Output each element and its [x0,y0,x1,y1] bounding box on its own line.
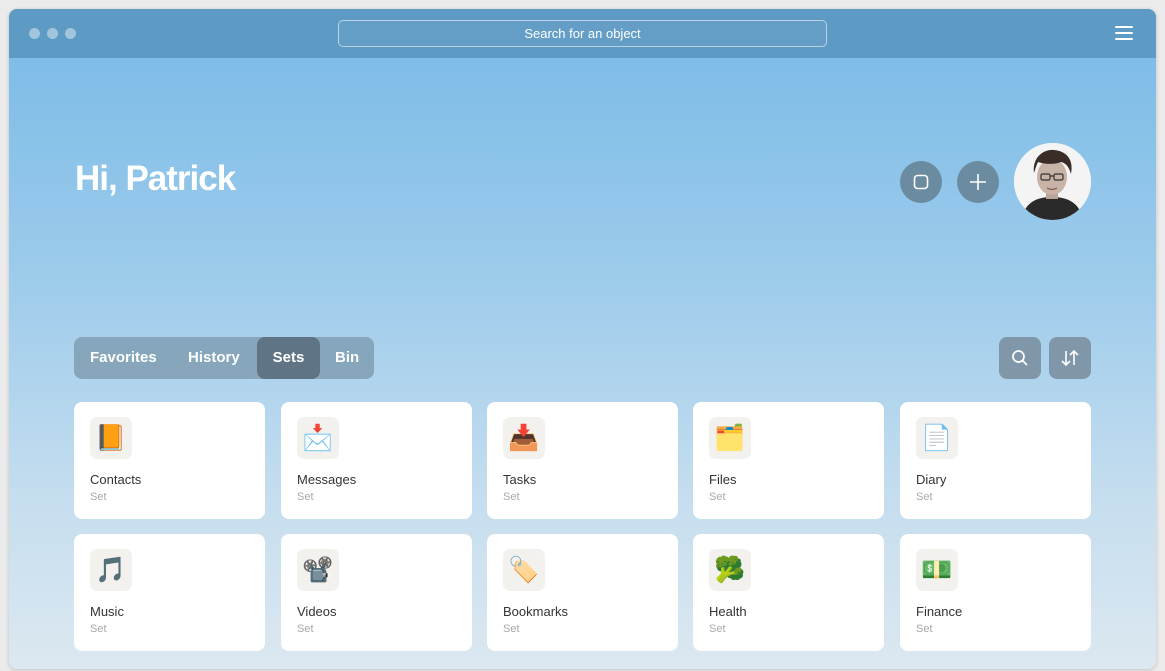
set-name: Music [90,604,124,619]
orange-book-icon: 📙 [90,417,132,459]
maximize-window-button[interactable] [65,28,76,39]
set-type: Set [709,491,726,503]
set-card-messages[interactable]: 📩 Messages Set [281,402,472,519]
hamburger-menu-icon[interactable] [1115,26,1133,40]
set-name: Tasks [503,472,537,487]
tab-bin[interactable]: Bin [335,337,359,379]
set-name: Messages [297,472,357,487]
set-card-tasks[interactable]: 📥 Tasks Set [487,402,678,519]
broccoli-icon: 🥦 [709,549,751,591]
set-name: Bookmarks [503,604,569,619]
set-type: Set [90,491,107,503]
set-card-health[interactable]: 🥦 Health Set [693,534,884,651]
envelope-arrow-icon: 📩 [297,417,339,459]
set-card-finance[interactable]: 💵 Finance Set [900,534,1091,651]
film-projector-icon: 📽️ [297,549,339,591]
search-button[interactable] [999,337,1041,379]
user-portrait-icon [1014,143,1091,220]
titlebar: Search for an object [9,9,1156,58]
avatar[interactable] [1014,143,1091,220]
tab-sets[interactable]: Sets [257,337,320,379]
set-card-bookmarks[interactable]: 🏷️ Bookmarks Set [487,534,678,651]
minimize-window-button[interactable] [47,28,58,39]
set-type: Set [916,623,933,635]
set-card-diary[interactable]: 📄 Diary Set [900,402,1091,519]
close-window-button[interactable] [29,28,40,39]
search-input[interactable]: Search for an object [338,20,827,47]
musical-note-icon: 🎵 [90,549,132,591]
set-type: Set [297,491,314,503]
set-card-music[interactable]: 🎵 Music Set [74,534,265,651]
greeting-title: Hi, Patrick [75,159,236,198]
set-name: Contacts [90,472,142,487]
set-type: Set [90,623,107,635]
label-tag-icon: 🏷️ [503,549,545,591]
sort-button[interactable] [1049,337,1091,379]
set-name: Videos [297,604,337,619]
set-type: Set [503,623,520,635]
app-window: Search for an object Hi, Patrick Favorit… [9,9,1156,669]
inbox-tray-icon: 📥 [503,417,545,459]
search-icon [1012,350,1028,366]
tab-favorites[interactable]: Favorites [90,337,157,379]
set-card-videos[interactable]: 📽️ Videos Set [281,534,472,651]
square-icon [913,174,929,190]
dollar-banknote-icon: 💵 [916,549,958,591]
plus-icon [970,174,986,190]
set-type: Set [916,491,933,503]
tab-history[interactable]: History [188,337,240,379]
view-tabs: Favorites History Sets Bin [74,337,374,379]
set-name: Diary [916,472,947,487]
set-name: Health [709,604,747,619]
set-type: Set [297,623,314,635]
page-icon: 📄 [916,417,958,459]
set-name: Finance [916,604,963,619]
set-type: Set [709,623,726,635]
square-button[interactable] [900,161,942,203]
window-controls [29,28,76,39]
sort-arrows-icon [1061,349,1079,367]
add-object-button[interactable] [957,161,999,203]
card-index-dividers-icon: 🗂️ [709,417,751,459]
set-type: Set [503,491,520,503]
set-card-contacts[interactable]: 📙 Contacts Set [74,402,265,519]
set-card-files[interactable]: 🗂️ Files Set [693,402,884,519]
set-name: Files [709,472,737,487]
